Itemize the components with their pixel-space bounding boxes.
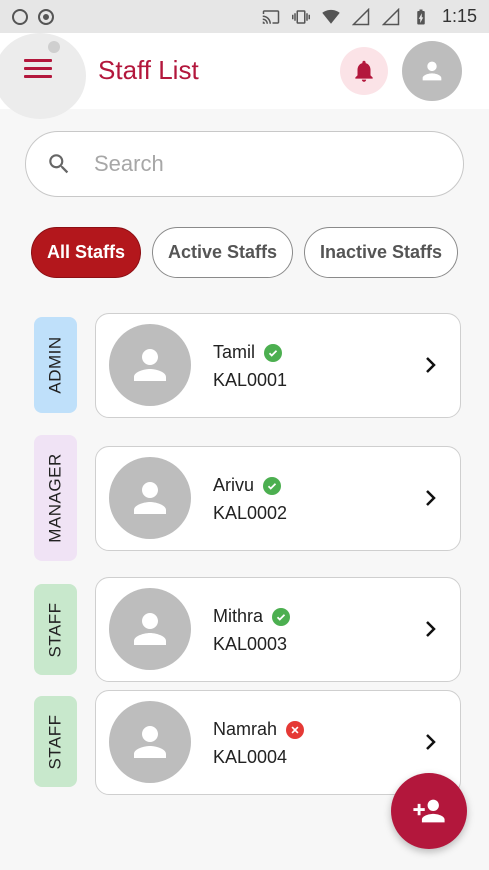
staff-code: KAL0003 (213, 634, 288, 654)
status-circle-icon (12, 8, 28, 25)
staff-code: KAL0002 (213, 503, 288, 523)
staff-name: Mithra (213, 606, 264, 626)
staff-name: Arivu (213, 475, 255, 495)
person-icon (134, 613, 166, 645)
search-icon (49, 154, 69, 174)
chevron-right-icon (426, 357, 436, 373)
app-bar: Staff List (0, 33, 489, 119)
staff-name: Namrah (213, 719, 278, 739)
avatar (109, 588, 191, 670)
status-record-icon (38, 8, 54, 25)
avatar (109, 324, 191, 406)
person-icon (422, 61, 442, 81)
vibrate-icon (291, 9, 310, 24)
cancel-circle-icon (286, 720, 305, 739)
check-circle-icon (264, 343, 283, 362)
status-time: 1:15 (441, 6, 477, 26)
person-add-icon (413, 799, 445, 823)
notifications-button[interactable] (340, 47, 388, 95)
add-staff-button[interactable] (391, 773, 467, 849)
role-tag: ADMIN (34, 317, 77, 413)
menu-icon[interactable] (24, 59, 52, 81)
staff-code: KAL0001 (213, 370, 288, 390)
chevron-right-icon (426, 621, 436, 637)
role-tag: STAFF (34, 696, 77, 787)
filter-all-staffs[interactable]: All Staffs (31, 227, 141, 278)
person-icon (134, 482, 166, 514)
staff-card[interactable]: Arivu KAL0002 (95, 446, 461, 551)
person-icon (134, 349, 166, 381)
staff-name: Tamil (213, 342, 256, 362)
filter-inactive-staffs[interactable]: Inactive Staffs (304, 227, 458, 278)
filter-chips: All Staffs Active Staffs Inactive Staffs (31, 227, 458, 278)
person-icon (134, 726, 166, 758)
avatar (109, 701, 191, 783)
role-tag: MANAGER (34, 435, 77, 561)
touch-indicator (48, 41, 60, 53)
status-bar: 1:15 (0, 0, 489, 33)
chevron-right-icon (426, 490, 436, 506)
role-label: ADMIN (45, 336, 65, 394)
wifi-icon (322, 9, 340, 24)
page-title: Staff List (98, 55, 199, 85)
battery-icon (417, 9, 425, 24)
chevron-right-icon (426, 734, 436, 750)
search-bar (25, 131, 464, 197)
role-label: STAFF (45, 713, 65, 770)
profile-avatar[interactable] (402, 41, 462, 101)
filter-active-staffs[interactable]: Active Staffs (152, 227, 293, 278)
staff-card[interactable]: Mithra KAL0003 (95, 577, 461, 682)
signal-icon-2 (381, 7, 400, 25)
avatar (109, 457, 191, 539)
search-input[interactable] (92, 150, 416, 178)
cast-icon (262, 9, 280, 24)
staff-code: KAL0004 (213, 747, 288, 767)
bell-icon (355, 60, 373, 82)
signal-icon (351, 7, 370, 25)
role-tag: STAFF (34, 584, 77, 675)
check-circle-icon (263, 476, 282, 495)
role-label: MANAGER (45, 453, 65, 543)
role-label: STAFF (45, 601, 65, 658)
staff-card[interactable]: Tamil KAL0001 (95, 313, 461, 418)
check-circle-icon (272, 607, 291, 626)
